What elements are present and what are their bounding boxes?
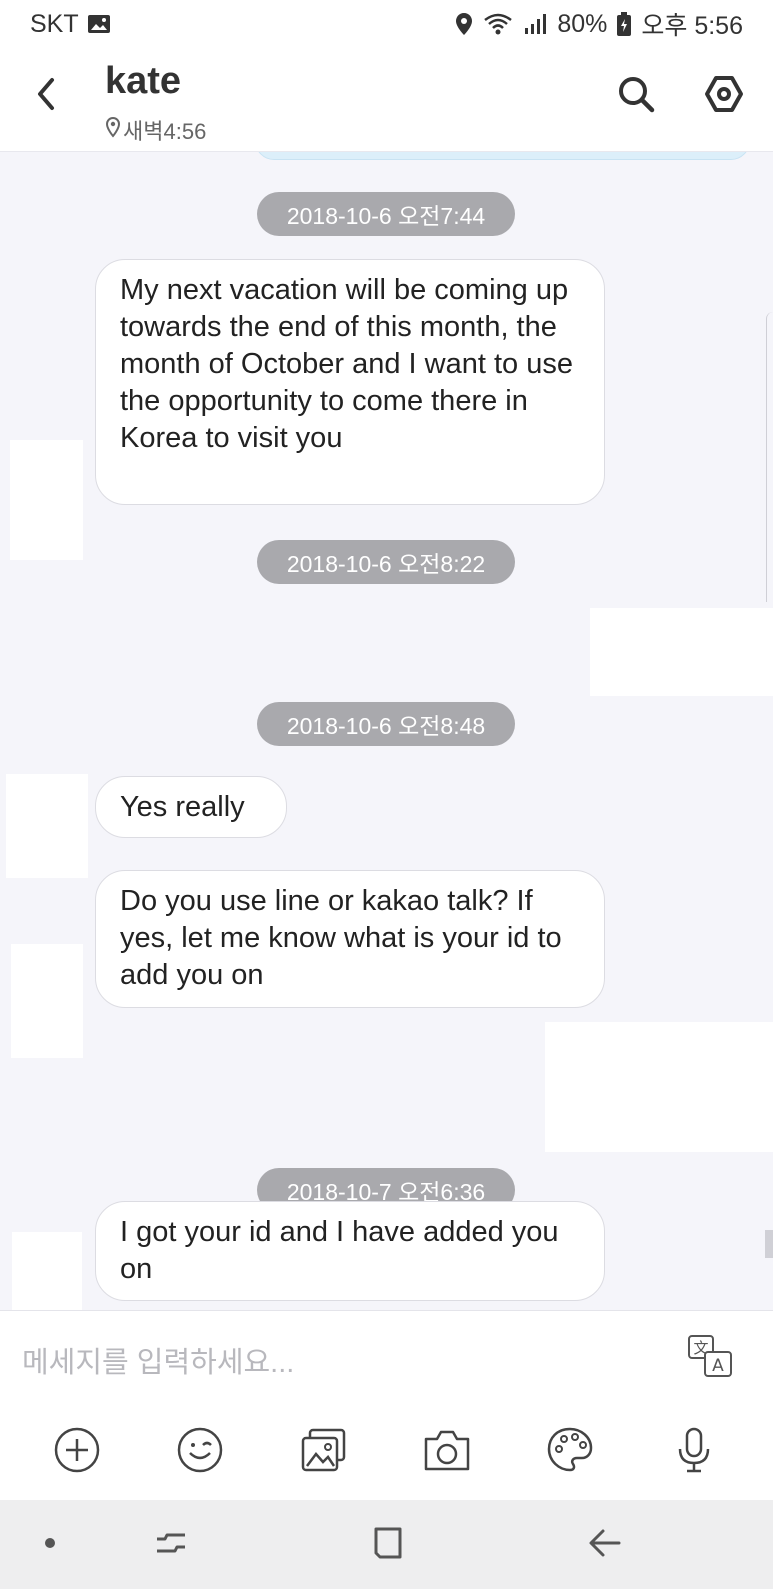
message-bubble-received[interactable]: My next vacation will be coming up towar… — [95, 259, 605, 505]
camera-button[interactable] — [418, 1423, 476, 1481]
recent-apps-icon — [153, 1525, 189, 1566]
carrier-label: SKT — [30, 9, 79, 38]
gallery-icon — [300, 1426, 348, 1479]
battery-icon — [617, 12, 632, 36]
scrollbar-thumb[interactable] — [765, 1230, 773, 1258]
emoticon-button[interactable] — [171, 1423, 229, 1481]
image-icon — [87, 13, 111, 35]
sent-message-redacted[interactable] — [545, 1022, 773, 1152]
signal-icon — [523, 12, 547, 36]
palette-icon — [546, 1426, 594, 1479]
nav-dot-button[interactable] — [27, 1522, 73, 1568]
theme-button[interactable] — [541, 1423, 599, 1481]
back-nav-icon — [587, 1525, 623, 1566]
add-icon — [53, 1426, 101, 1479]
timestamp-pill: 2018-10-6 오전8:22 — [257, 540, 515, 584]
settings-icon — [704, 74, 744, 119]
avatar[interactable] — [10, 440, 83, 560]
recent-apps-button[interactable] — [148, 1522, 194, 1568]
translate-button[interactable]: 文 A — [685, 1333, 735, 1383]
home-icon — [370, 1525, 406, 1566]
gallery-button[interactable] — [295, 1423, 353, 1481]
message-bubble-received[interactable]: Do you use line or kakao talk? If yes, l… — [95, 870, 605, 1008]
avatar[interactable] — [11, 944, 83, 1058]
contact-local-time-row: 새벽4:56 — [105, 114, 206, 146]
location-icon — [455, 12, 473, 36]
back-button[interactable] — [26, 74, 66, 118]
contact-name: kate — [105, 60, 182, 102]
chat-screen: SKT 80% 오후 5:56 kate 새벽4:56 2018-10-6 오전… — [0, 0, 773, 1589]
search-icon — [617, 75, 655, 118]
camera-icon — [422, 1427, 472, 1478]
previous-message-bubble — [255, 152, 750, 160]
home-button[interactable] — [365, 1522, 411, 1568]
timestamp-pill: 2018-10-6 오전8:48 — [257, 702, 515, 746]
scroll-edge — [766, 312, 773, 602]
message-bubble-received[interactable]: Yes really — [95, 776, 287, 838]
add-button[interactable] — [48, 1423, 106, 1481]
emoticon-icon — [176, 1426, 224, 1479]
message-bubble-received[interactable]: I got your id and I have added you on — [95, 1201, 605, 1301]
contact-local-time: 새벽4:56 — [123, 119, 207, 144]
battery-percent: 80% — [557, 9, 608, 38]
chat-header: kate 새벽4:56 — [0, 48, 773, 152]
message-input[interactable] — [22, 1333, 642, 1393]
svg-text:A: A — [712, 1356, 724, 1376]
location-pin-icon — [105, 116, 121, 144]
wifi-icon — [483, 12, 513, 36]
composer: 文 A — [0, 1310, 773, 1500]
microphone-icon — [674, 1426, 714, 1479]
avatar[interactable] — [12, 1232, 82, 1310]
clock: 오후 5:56 — [641, 12, 743, 40]
back-nav-button[interactable] — [582, 1522, 628, 1568]
timestamp-pill: 2018-10-6 오전7:44 — [257, 192, 515, 236]
dot-icon — [44, 1536, 56, 1554]
sent-message-redacted[interactable] — [590, 608, 773, 696]
search-button[interactable] — [614, 72, 658, 120]
translate-icon: 文 A — [687, 1334, 733, 1383]
avatar[interactable] — [6, 774, 88, 878]
system-nav-bar — [0, 1500, 773, 1589]
settings-button[interactable] — [700, 72, 748, 120]
voice-button[interactable] — [665, 1423, 723, 1481]
back-arrow-icon — [34, 76, 58, 117]
status-bar: SKT 80% 오후 5:56 — [0, 0, 773, 48]
composer-toolbar — [0, 1423, 773, 1483]
message-list[interactable]: 2018-10-6 오전7:44 My next vacation will b… — [0, 152, 773, 1310]
